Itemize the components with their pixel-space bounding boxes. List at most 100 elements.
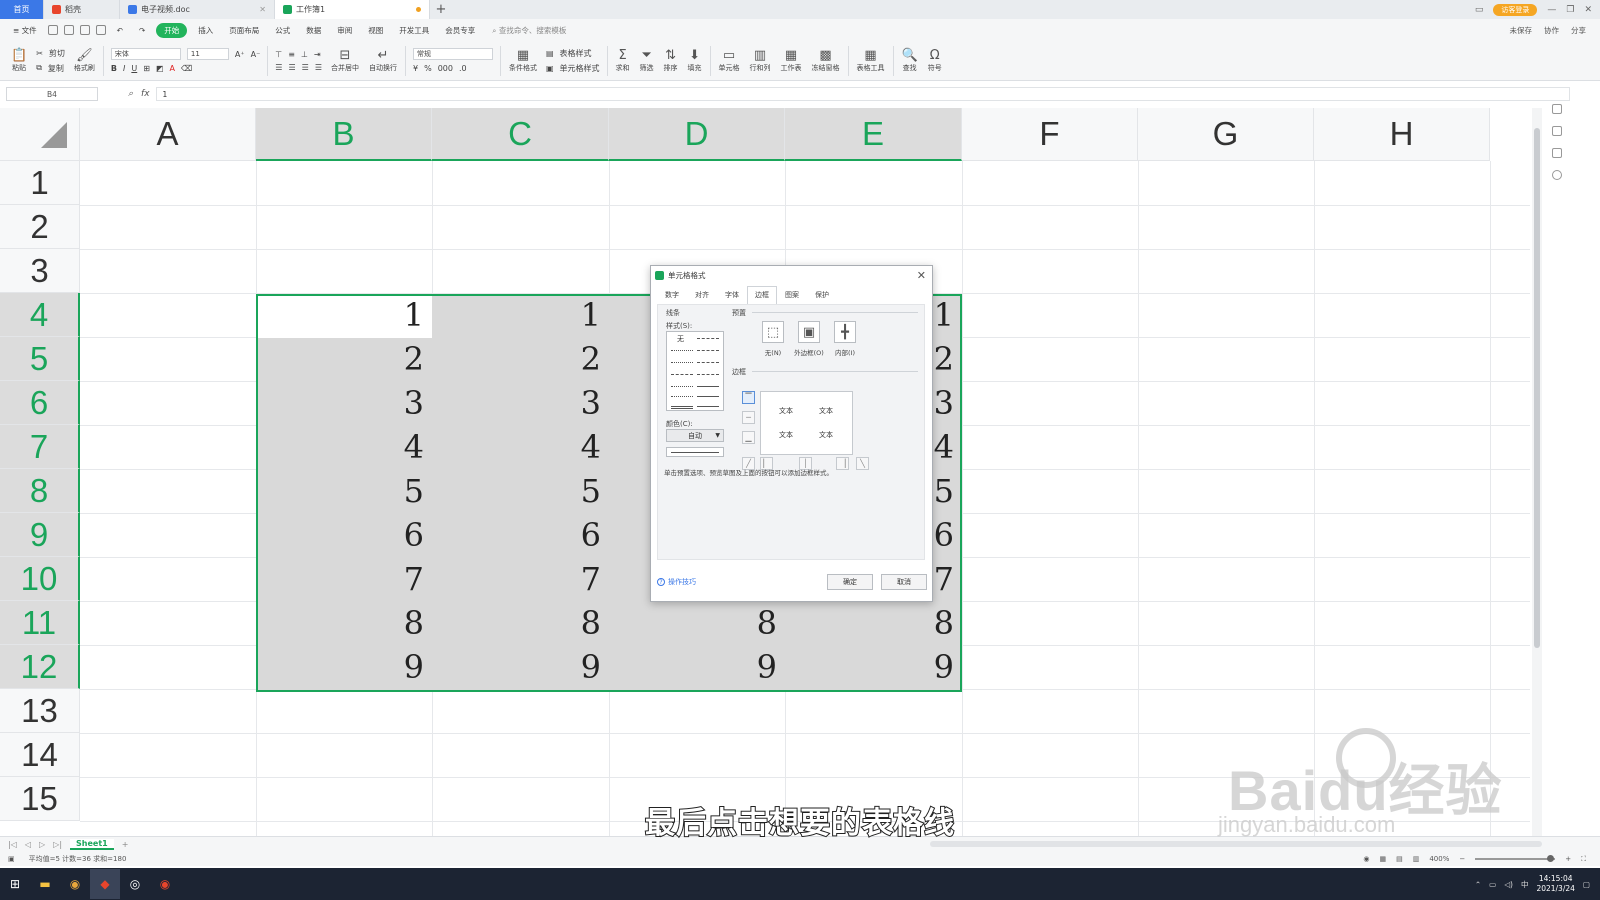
zoom-in-icon[interactable]: + bbox=[1565, 855, 1571, 863]
page-break-view-icon[interactable]: ▥ bbox=[1413, 855, 1420, 863]
cell-c9[interactable]: 6 bbox=[432, 513, 609, 557]
chrome-icon[interactable]: ◉ bbox=[60, 869, 90, 899]
maximize-icon[interactable]: ❐ bbox=[1566, 5, 1574, 15]
scroll-thumb[interactable] bbox=[1534, 128, 1540, 648]
column-header-c[interactable]: C bbox=[432, 108, 609, 161]
tab-number[interactable]: 数字 bbox=[657, 286, 687, 304]
column-header-h[interactable]: H bbox=[1314, 108, 1490, 161]
line-style-option[interactable] bbox=[697, 338, 719, 339]
tab-workbook[interactable]: 工作簿1 bbox=[275, 0, 430, 19]
menu-formula[interactable]: 公式 bbox=[270, 23, 295, 38]
row-header-12[interactable]: 12 bbox=[0, 645, 80, 689]
symbol-button[interactable]: Ω 符号 bbox=[923, 43, 947, 79]
menu-member[interactable]: 会员专享 bbox=[440, 23, 480, 38]
decimal-icon[interactable]: .0 bbox=[459, 64, 467, 73]
settings-icon[interactable] bbox=[1552, 126, 1562, 136]
justify-icon[interactable]: ☰ bbox=[315, 63, 322, 72]
preview-icon[interactable] bbox=[95, 25, 106, 35]
cell-b10[interactable]: 7 bbox=[256, 557, 432, 601]
tab-doc[interactable]: 电子视频.doc ✕ bbox=[120, 0, 275, 19]
line-style-option[interactable] bbox=[671, 362, 693, 363]
cell-d11[interactable]: 8 bbox=[609, 601, 785, 645]
row-header-1[interactable]: 1 bbox=[0, 161, 80, 205]
page-layout-view-icon[interactable]: ▤ bbox=[1396, 855, 1403, 863]
filter-button[interactable]: ⏷ 筛选 bbox=[635, 43, 659, 79]
column-header-g[interactable]: G bbox=[1138, 108, 1314, 161]
border-diag-down-button[interactable]: ╲ bbox=[856, 457, 869, 470]
row-header-13[interactable]: 13 bbox=[0, 689, 80, 733]
sum-button[interactable]: Σ 求和 bbox=[611, 43, 635, 79]
menu-page-layout[interactable]: 页面布局 bbox=[224, 23, 264, 38]
close-tab-icon[interactable]: ✕ bbox=[259, 5, 266, 14]
column-header-a[interactable]: A bbox=[80, 108, 256, 161]
volume-icon[interactable]: ◁) bbox=[1504, 880, 1513, 889]
collaborate-button[interactable]: 协作 bbox=[1544, 25, 1559, 36]
formula-input[interactable]: 1 bbox=[155, 87, 1570, 101]
save-icon[interactable] bbox=[47, 25, 58, 35]
zoom-out-icon[interactable]: − bbox=[1459, 855, 1465, 863]
clear-icon[interactable]: ⌫ bbox=[181, 64, 192, 73]
menu-developer[interactable]: 开发工具 bbox=[394, 23, 434, 38]
freeze-panes-button[interactable]: ▩ 冻结窗格 bbox=[807, 43, 845, 79]
cell-b11[interactable]: 8 bbox=[256, 601, 432, 645]
align-left-icon[interactable]: ☰ bbox=[275, 63, 282, 72]
normal-view-icon[interactable]: ▦ bbox=[1379, 855, 1386, 863]
line-style-option[interactable] bbox=[697, 396, 719, 397]
row-header-4[interactable]: 4 bbox=[0, 293, 80, 337]
menu-home[interactable]: 开始 bbox=[156, 22, 188, 38]
border-top-button[interactable]: ▔ bbox=[742, 391, 755, 404]
menu-file[interactable]: ≡ 文件 bbox=[8, 23, 42, 38]
redo-icon[interactable]: ↷ bbox=[134, 24, 150, 37]
tab-font[interactable]: 字体 bbox=[717, 286, 747, 304]
wps-icon[interactable]: ◆ bbox=[90, 869, 120, 899]
line-style-option[interactable] bbox=[697, 374, 719, 375]
help-icon[interactable] bbox=[1552, 170, 1562, 180]
file-explorer-icon[interactable]: ▬ bbox=[30, 869, 60, 899]
row-header-14[interactable]: 14 bbox=[0, 733, 80, 777]
line-style-none[interactable]: 无 bbox=[677, 334, 684, 344]
align-center-icon[interactable]: ☰ bbox=[288, 63, 295, 72]
row-column-button[interactable]: ▥ 行和列 bbox=[745, 43, 776, 79]
new-tab-button[interactable]: + bbox=[430, 0, 452, 19]
cell-b9[interactable]: 6 bbox=[256, 513, 432, 557]
font-color-icon[interactable]: A bbox=[169, 64, 174, 73]
row-header-11[interactable]: 11 bbox=[0, 601, 80, 645]
clock[interactable]: 14:15:04 2021/3/24 bbox=[1536, 874, 1574, 894]
align-right-icon[interactable]: ☰ bbox=[302, 63, 309, 72]
undo-icon[interactable]: ↶ bbox=[112, 24, 128, 37]
find-button[interactable]: 🔍 查找 bbox=[897, 43, 923, 79]
zoom-knob[interactable] bbox=[1547, 855, 1555, 862]
cell-b6[interactable]: 3 bbox=[256, 381, 432, 425]
align-top-icon[interactable]: ⊤ bbox=[275, 50, 282, 59]
zoom-level[interactable]: 400% bbox=[1429, 855, 1449, 863]
cell-c6[interactable]: 3 bbox=[432, 381, 609, 425]
border-right-button[interactable]: ▕ bbox=[836, 457, 849, 470]
menu-data[interactable]: 数据 bbox=[301, 23, 326, 38]
layout-icon[interactable]: ▭ bbox=[1475, 5, 1484, 15]
line-style-option[interactable] bbox=[671, 386, 693, 387]
cell-e12[interactable]: 9 bbox=[785, 645, 962, 689]
backup-icon[interactable] bbox=[1552, 148, 1562, 158]
cell-c7[interactable]: 4 bbox=[432, 425, 609, 469]
cell-button[interactable]: ▭ 单元格 bbox=[714, 43, 745, 79]
cancel-button[interactable]: 取消 bbox=[881, 574, 927, 590]
row-header-9[interactable]: 9 bbox=[0, 513, 80, 557]
tab-protection[interactable]: 保护 bbox=[807, 286, 837, 304]
select-all-corner[interactable] bbox=[0, 108, 80, 161]
menu-view[interactable]: 视图 bbox=[363, 23, 388, 38]
recorder-icon[interactable]: ◎ bbox=[120, 869, 150, 899]
tab-pattern[interactable]: 图案 bbox=[777, 286, 807, 304]
print-icon[interactable] bbox=[79, 25, 90, 35]
cell-style-button[interactable]: ▣ 单元格样式 bbox=[546, 63, 600, 74]
cell-c11[interactable]: 8 bbox=[432, 601, 609, 645]
italic-icon[interactable]: I bbox=[123, 64, 125, 73]
font-name-select[interactable]: 宋体 bbox=[110, 48, 181, 60]
cell-b7[interactable]: 4 bbox=[256, 425, 432, 469]
cell-b4[interactable]: 1 bbox=[256, 293, 432, 337]
percent-icon[interactable]: % bbox=[424, 64, 432, 73]
close-icon[interactable]: ✕ bbox=[917, 269, 926, 282]
align-bottom-icon[interactable]: ⊥ bbox=[301, 50, 308, 59]
column-header-e[interactable]: E bbox=[785, 108, 962, 161]
row-header-2[interactable]: 2 bbox=[0, 205, 80, 249]
tab-alignment[interactable]: 对齐 bbox=[687, 286, 717, 304]
